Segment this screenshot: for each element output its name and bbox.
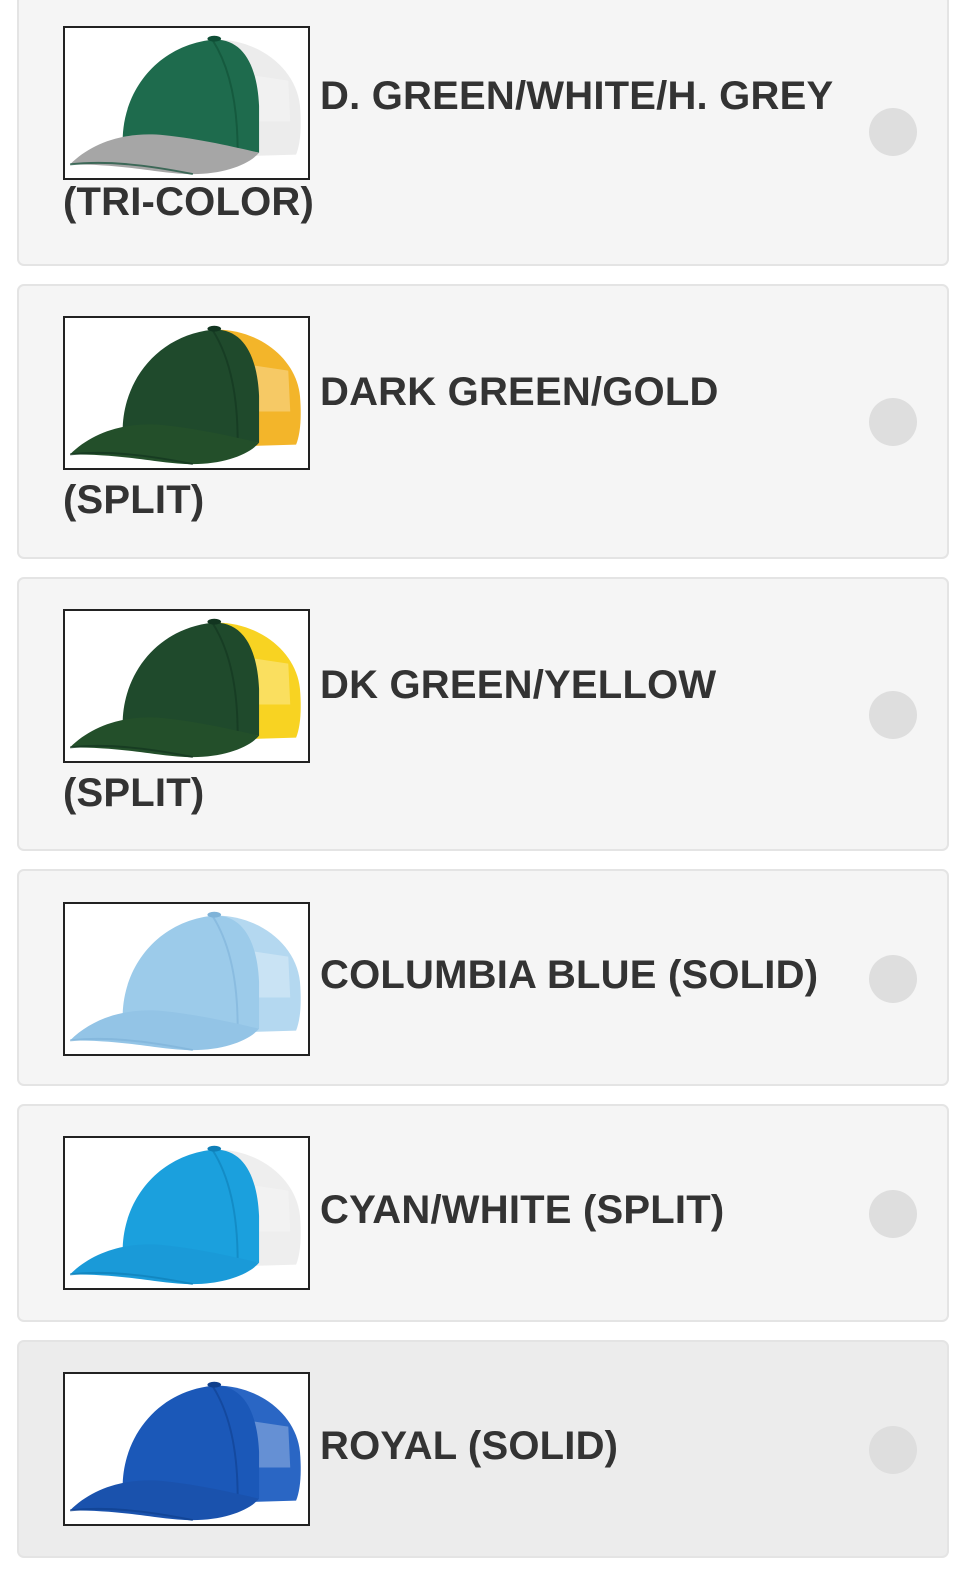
option-label: DK GREEN/YELLOW	[320, 663, 717, 707]
trucker-cap-image	[69, 618, 301, 759]
option-radio-button[interactable]	[869, 398, 917, 446]
cap-thumbnail	[63, 609, 310, 763]
cap-thumbnail	[63, 1372, 310, 1526]
option-radio-button[interactable]	[869, 691, 917, 739]
cap-thumbnail	[63, 26, 310, 180]
option-label: D. GREEN/WHITE/H. GREY	[320, 74, 834, 118]
option-label: ROYAL (SOLID)	[320, 1424, 619, 1468]
cap-thumbnail	[63, 1136, 310, 1290]
color-option-d-green-white-h-grey[interactable]: D. GREEN/WHITE/H. GREY (TRI-COLOR)	[17, 0, 949, 266]
option-label-continued: (SPLIT)	[63, 478, 205, 522]
cap-thumbnail	[63, 902, 310, 1056]
option-radio-button[interactable]	[869, 1190, 917, 1238]
trucker-cap-image	[69, 911, 301, 1052]
color-option-royal[interactable]: ROYAL (SOLID)	[17, 1340, 949, 1558]
option-label: DARK GREEN/GOLD	[320, 370, 719, 414]
trucker-cap-image	[69, 1145, 301, 1286]
option-radio-button[interactable]	[869, 108, 917, 156]
cap-thumbnail	[63, 316, 310, 470]
color-option-dk-green-yellow[interactable]: DK GREEN/YELLOW (SPLIT)	[17, 577, 949, 851]
option-label-continued: (SPLIT)	[63, 771, 205, 815]
color-option-columbia-blue[interactable]: COLUMBIA BLUE (SOLID)	[17, 869, 949, 1086]
option-radio-button[interactable]	[869, 1426, 917, 1474]
color-option-dark-green-gold[interactable]: DARK GREEN/GOLD (SPLIT)	[17, 284, 949, 559]
trucker-cap-image	[69, 1381, 301, 1522]
trucker-cap-image	[69, 325, 301, 466]
option-label-continued: (TRI-COLOR)	[63, 180, 315, 224]
color-option-cyan-white[interactable]: CYAN/WHITE (SPLIT)	[17, 1104, 949, 1322]
option-label: CYAN/WHITE (SPLIT)	[320, 1188, 725, 1232]
option-label: COLUMBIA BLUE (SOLID)	[320, 953, 819, 997]
trucker-cap-image	[69, 35, 301, 176]
option-radio-button[interactable]	[869, 955, 917, 1003]
